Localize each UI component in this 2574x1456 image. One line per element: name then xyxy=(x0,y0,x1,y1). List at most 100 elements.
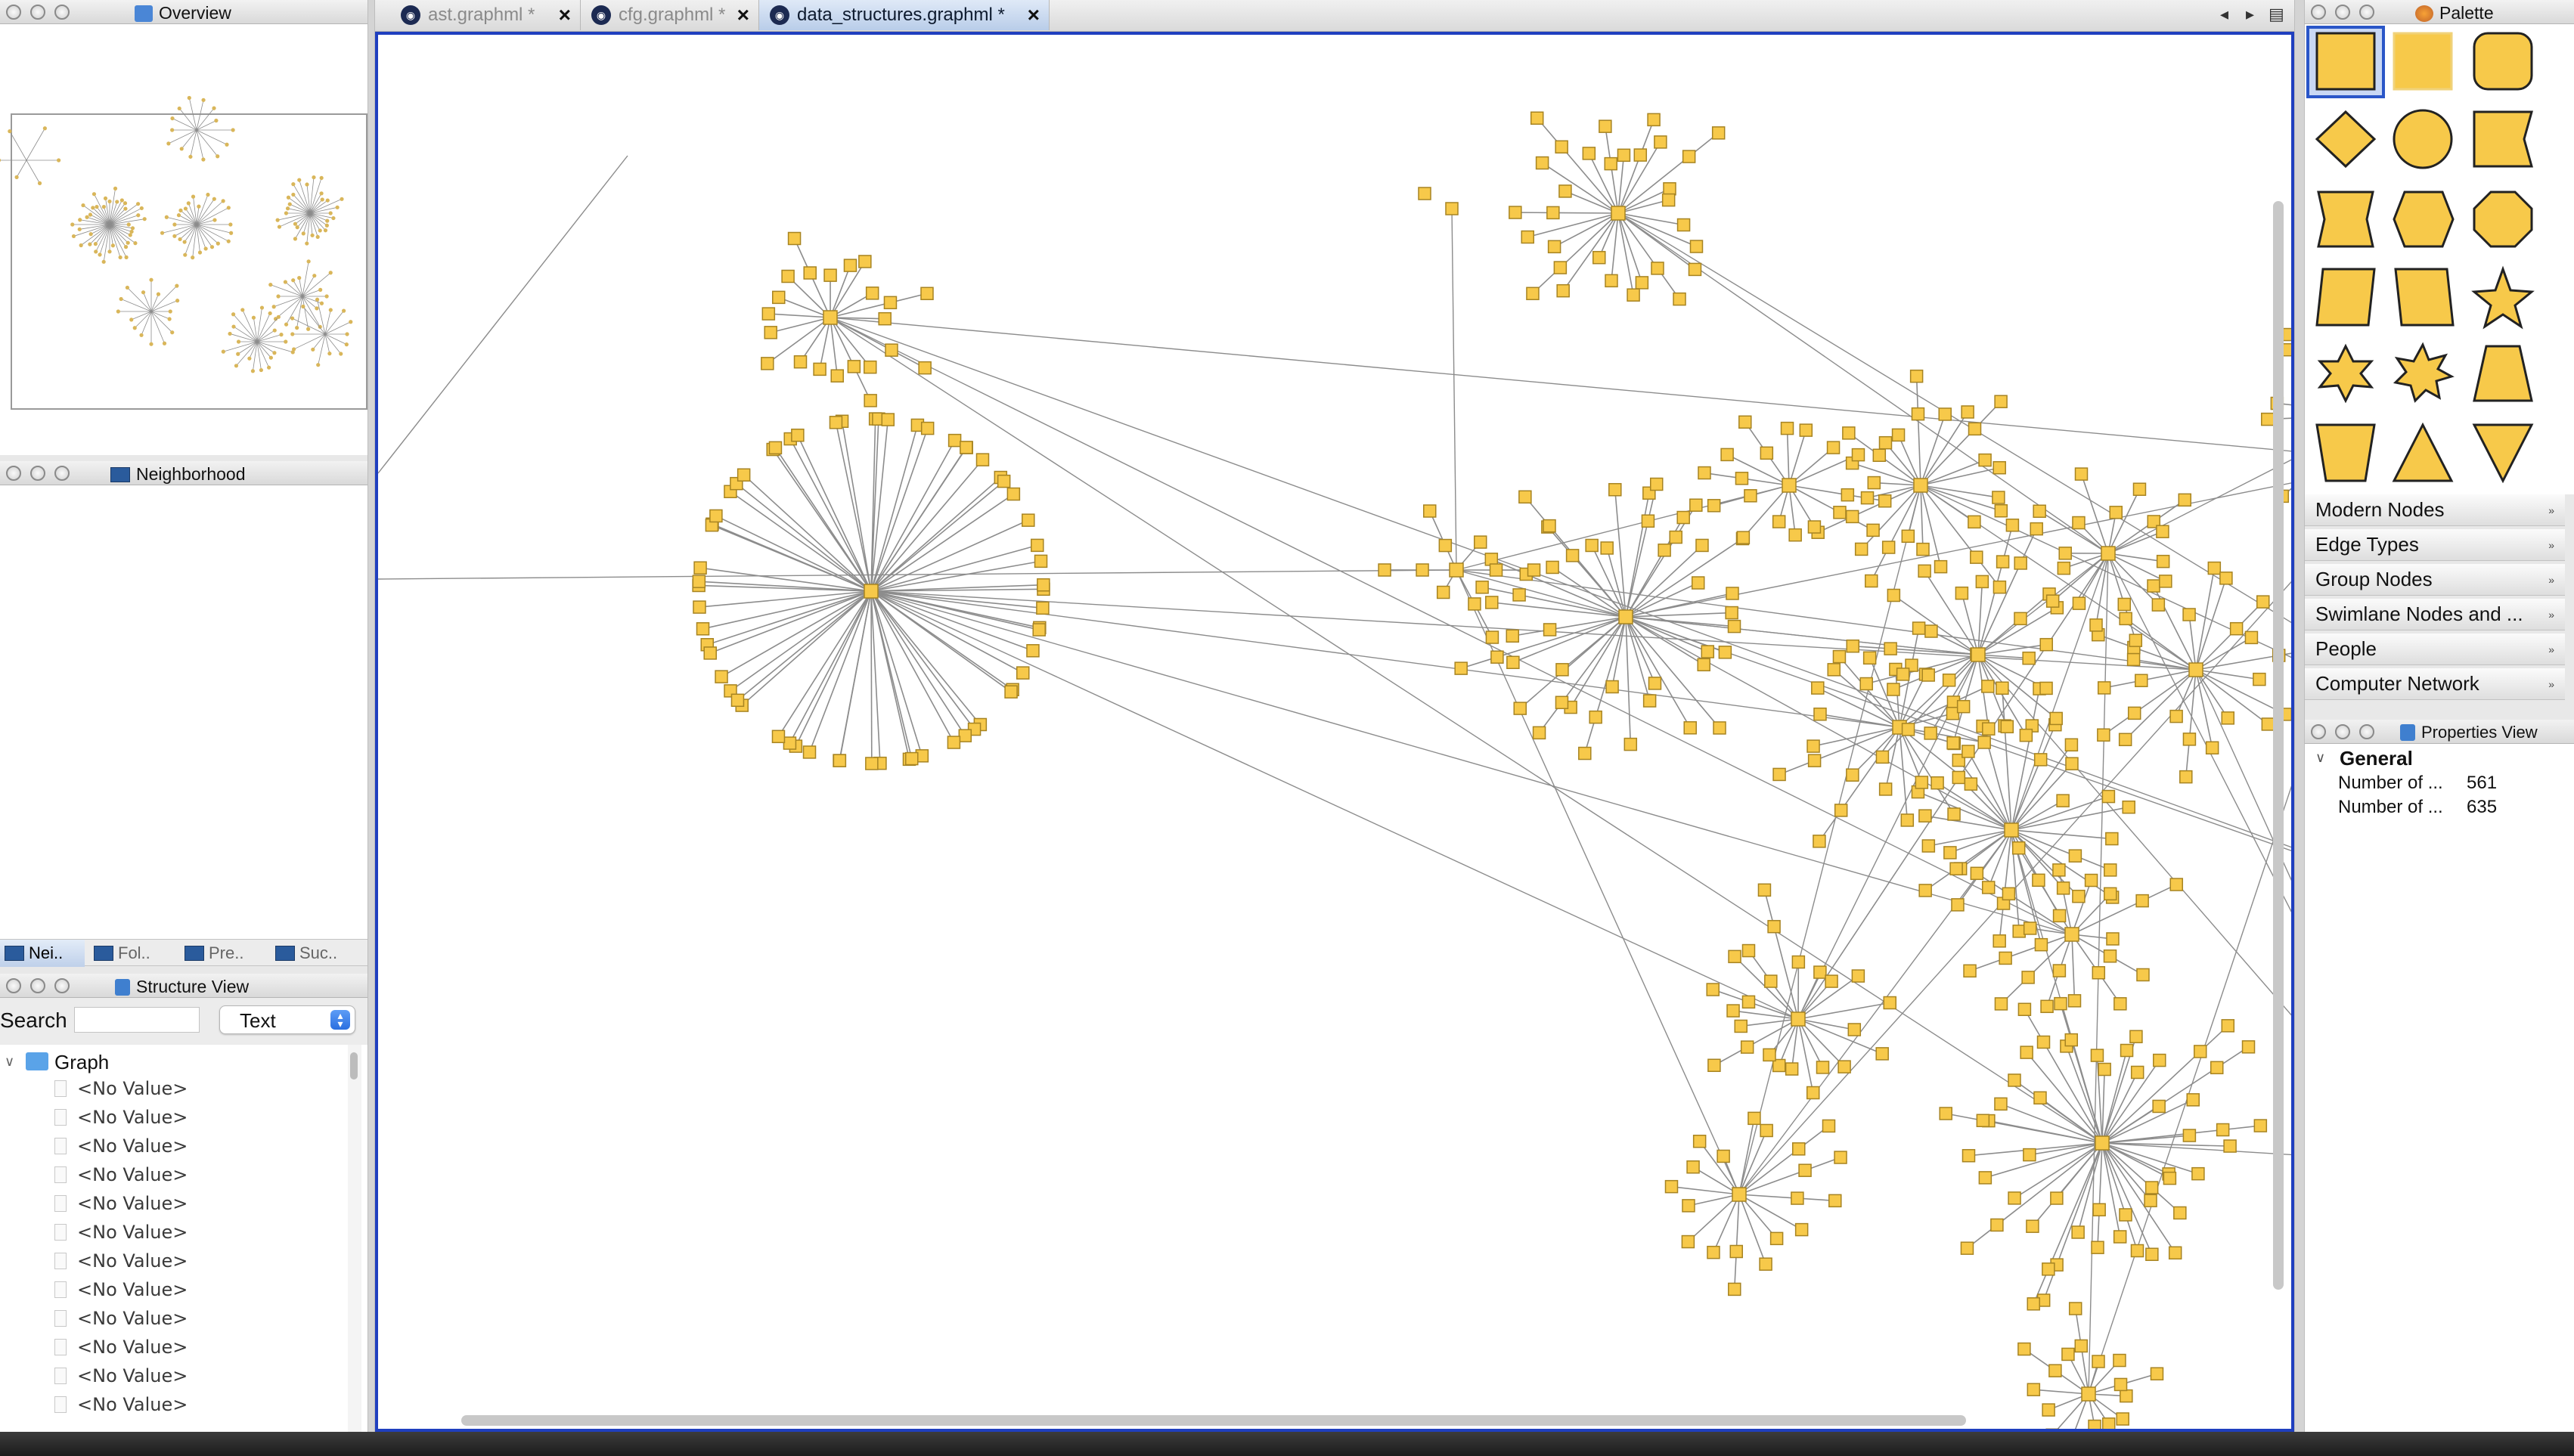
graph-node xyxy=(2147,579,2160,593)
tab-predecessors[interactable]: Pre.. xyxy=(180,940,265,967)
close-control-icon[interactable] xyxy=(2311,724,2326,739)
graph-canvas[interactable] xyxy=(375,32,2294,1432)
overview-node xyxy=(305,241,309,246)
palette-section[interactable]: Group Nodes » xyxy=(2305,564,2565,596)
palette-section[interactable]: Edge Types » xyxy=(2305,529,2565,561)
graph-edge xyxy=(1565,191,1619,214)
overview-minimap[interactable] xyxy=(0,24,367,455)
tree-item[interactable]: <No Value> xyxy=(54,1365,188,1386)
graph-node xyxy=(1851,969,1865,983)
tree-item[interactable]: <No Value> xyxy=(54,1135,188,1157)
tree-scroll-thumb[interactable] xyxy=(350,1052,358,1080)
graph-node xyxy=(2092,1203,2106,1216)
graph-node xyxy=(693,600,706,614)
zoom-control-icon[interactable] xyxy=(54,5,70,20)
minimize-control-icon[interactable] xyxy=(30,5,45,20)
graph-node xyxy=(1981,881,1996,894)
zoom-control-icon[interactable] xyxy=(2359,5,2374,20)
overview-node xyxy=(236,352,240,356)
close-control-icon[interactable] xyxy=(6,5,21,20)
tree-item[interactable]: <No Value> xyxy=(54,1394,188,1415)
graph-node xyxy=(1530,111,1544,125)
palette-shapes[interactable] xyxy=(2305,24,2574,494)
graph-node xyxy=(829,416,843,429)
palette-section[interactable]: People » xyxy=(2305,634,2565,665)
graph-node xyxy=(1807,520,1822,534)
graph-node xyxy=(1971,647,1986,662)
overview-node xyxy=(315,306,319,311)
search-mode-select[interactable]: Text ▴ ▾ xyxy=(219,1005,355,1034)
tree-item[interactable]: <No Value> xyxy=(54,1279,188,1300)
graph-node xyxy=(2084,873,2098,888)
tab-scroll-right-icon[interactable]: ▸ xyxy=(2246,5,2254,24)
search-input[interactable] xyxy=(74,1007,200,1033)
overview-node xyxy=(115,200,119,204)
graph-edge xyxy=(870,425,919,592)
graph-node xyxy=(2116,1412,2129,1426)
tab-cfg-graphml[interactable]: ◉ cfg.graphml * × xyxy=(581,0,759,30)
graph-node xyxy=(1691,576,1705,590)
graph-node xyxy=(1993,580,2007,594)
minimize-control-icon[interactable] xyxy=(2335,724,2350,739)
close-icon[interactable]: × xyxy=(559,5,571,26)
close-icon[interactable]: × xyxy=(737,5,749,26)
property-value[interactable]: 635 xyxy=(2467,797,2497,818)
tab-ast-graphml[interactable]: ◉ ast.graphml * × xyxy=(390,0,581,30)
canvas-vertical-scroll-thumb[interactable] xyxy=(2273,201,2284,1290)
tree-scrollbar[interactable] xyxy=(348,1045,361,1432)
graph-node xyxy=(2008,1191,2021,1205)
tab-neighborhood[interactable]: Nei.. xyxy=(0,940,85,967)
group-expand-icon[interactable]: ∨ xyxy=(2315,750,2325,766)
overview-node xyxy=(292,347,296,352)
tree-root-graph[interactable]: Graph xyxy=(54,1051,109,1074)
palette-section[interactable]: Modern Nodes » xyxy=(2305,494,2565,526)
palette-section[interactable]: Computer Network » xyxy=(2305,668,2565,700)
tree-item[interactable]: <No Value> xyxy=(54,1308,188,1329)
tree-item[interactable]: <No Value> xyxy=(54,1222,188,1243)
graph-node xyxy=(1599,119,1612,133)
zoom-control-icon[interactable] xyxy=(54,978,70,993)
close-control-icon[interactable] xyxy=(6,466,21,481)
graph-edge xyxy=(150,311,173,333)
graph-node xyxy=(1555,695,1569,710)
close-control-icon[interactable] xyxy=(6,978,21,993)
tree-item[interactable]: <No Value> xyxy=(54,1337,188,1358)
tree-item[interactable]: <No Value> xyxy=(54,1164,188,1185)
tree-expand-icon[interactable]: ∨ xyxy=(5,1054,14,1070)
minimize-control-icon[interactable] xyxy=(30,466,45,481)
graph-edge xyxy=(1561,616,1627,671)
tab-scroll-left-icon[interactable]: ◂ xyxy=(2220,5,2228,24)
tab-list-icon[interactable]: ▤ xyxy=(2269,5,2284,24)
zoom-control-icon[interactable] xyxy=(54,466,70,481)
graph-node xyxy=(1878,782,1893,796)
canvas-horizontal-scroll-thumb[interactable] xyxy=(461,1415,1966,1426)
tab-followers[interactable]: Fol.. xyxy=(89,940,174,967)
tree-item[interactable]: <No Value> xyxy=(54,1107,188,1128)
tree-item[interactable]: <No Value> xyxy=(54,1250,188,1272)
minimize-control-icon[interactable] xyxy=(2335,5,2350,20)
overview-node xyxy=(339,352,343,356)
palette-section[interactable]: Swimlane Nodes and ... » xyxy=(2305,599,2565,630)
graph-node xyxy=(1970,550,1983,564)
left-splitter[interactable] xyxy=(367,0,375,1432)
graph-node xyxy=(802,745,817,759)
graph-node xyxy=(1649,477,1664,491)
property-value[interactable]: 561 xyxy=(2467,773,2497,794)
close-icon[interactable]: × xyxy=(1028,5,1040,26)
tree-item[interactable]: <No Value> xyxy=(54,1078,188,1099)
tree-item[interactable]: <No Value> xyxy=(54,1193,188,1214)
tab-data-structures-graphml[interactable]: ◉ data_structures.graphml * × xyxy=(759,0,1050,30)
graph-node xyxy=(1651,262,1664,275)
graph-node xyxy=(1767,919,1781,934)
overview-titlebar: Overview xyxy=(0,0,367,24)
graph-node xyxy=(2109,506,2123,519)
zoom-control-icon[interactable] xyxy=(2359,724,2374,739)
tab-successors[interactable]: Suc.. xyxy=(271,940,361,967)
close-control-icon[interactable] xyxy=(2311,5,2326,20)
properties-window-controls xyxy=(2311,724,2374,739)
properties-group-general[interactable]: General xyxy=(2340,747,2413,770)
right-splitter[interactable] xyxy=(2294,0,2305,1432)
minimize-control-icon[interactable] xyxy=(30,978,45,993)
graph-edge xyxy=(2188,669,2197,739)
graph-drawing[interactable] xyxy=(378,35,2291,1429)
